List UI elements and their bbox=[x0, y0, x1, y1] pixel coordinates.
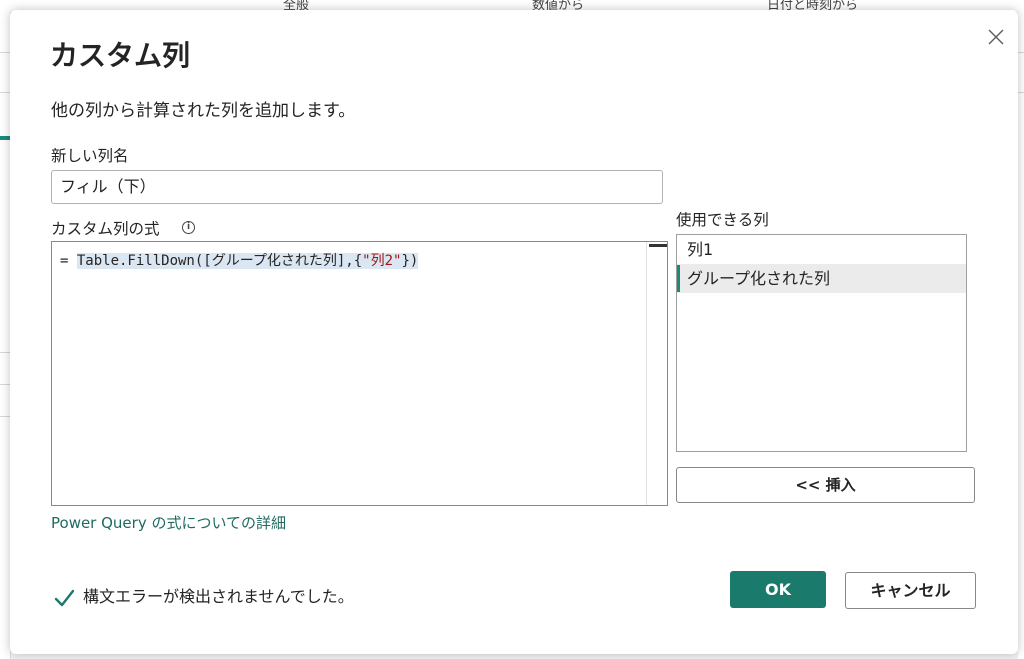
formula-label: カスタム列の式 bbox=[51, 220, 160, 238]
cancel-button[interactable]: キャンセル bbox=[845, 572, 976, 609]
close-icon bbox=[988, 29, 1004, 45]
new-column-name-input[interactable]: フィル（下） bbox=[51, 170, 663, 204]
formula-code[interactable]: = Table.FillDown([グループ化された列],{"列2"}) bbox=[60, 250, 419, 270]
info-icon[interactable]: i bbox=[182, 221, 195, 234]
new-column-name-label: 新しい列名 bbox=[51, 147, 129, 165]
formula-string-literal: "列2" bbox=[362, 253, 402, 269]
formula-editor[interactable]: = Table.FillDown([グループ化された列],{"列2"}) bbox=[51, 241, 668, 506]
background-divider bbox=[0, 52, 10, 53]
background-right-panel bbox=[1018, 12, 1024, 659]
editor-minimap-divider bbox=[646, 242, 647, 505]
formula-prefix: = bbox=[60, 253, 77, 269]
syntax-status-text: 構文エラーが検出されませんでした。 bbox=[83, 587, 354, 606]
dialog-description: 他の列から計算された列を追加します。 bbox=[51, 101, 356, 121]
background-divider bbox=[1018, 52, 1024, 53]
formula-selected-text: Table.FillDown([グループ化された列],{"列2"}) bbox=[76, 253, 419, 269]
background-teal-marker bbox=[0, 136, 10, 140]
editor-minimap-slider[interactable] bbox=[649, 244, 667, 247]
dialog-title: カスタム列 bbox=[50, 39, 191, 72]
formula-expression-end: }) bbox=[401, 253, 419, 269]
custom-column-dialog: カスタム列 他の列から計算された列を追加します。 新しい列名 フィル（下） カス… bbox=[10, 10, 1018, 654]
column-item-col1[interactable]: 列1 bbox=[677, 235, 966, 264]
checkmark-icon bbox=[53, 587, 75, 609]
learn-more-link[interactable]: Power Query の式についての詳細 bbox=[51, 512, 286, 533]
background-divider bbox=[1018, 92, 1024, 93]
background-divider bbox=[0, 92, 10, 93]
background-divider bbox=[0, 384, 10, 385]
available-columns-label: 使用できる列 bbox=[676, 211, 769, 229]
formula-expression: Table.FillDown([グループ化された列],{ bbox=[76, 253, 363, 269]
available-columns-list[interactable]: 列1 グループ化された列 bbox=[676, 234, 967, 452]
ok-button[interactable]: OK bbox=[730, 571, 826, 608]
column-item-grouped[interactable]: グループ化された列 bbox=[677, 264, 966, 293]
close-button[interactable] bbox=[985, 26, 1007, 48]
insert-button[interactable]: << 挿入 bbox=[676, 467, 975, 503]
background-divider bbox=[0, 352, 10, 353]
syntax-status: 構文エラーが検出されませんでした。 bbox=[53, 583, 354, 609]
background-divider bbox=[0, 416, 10, 417]
